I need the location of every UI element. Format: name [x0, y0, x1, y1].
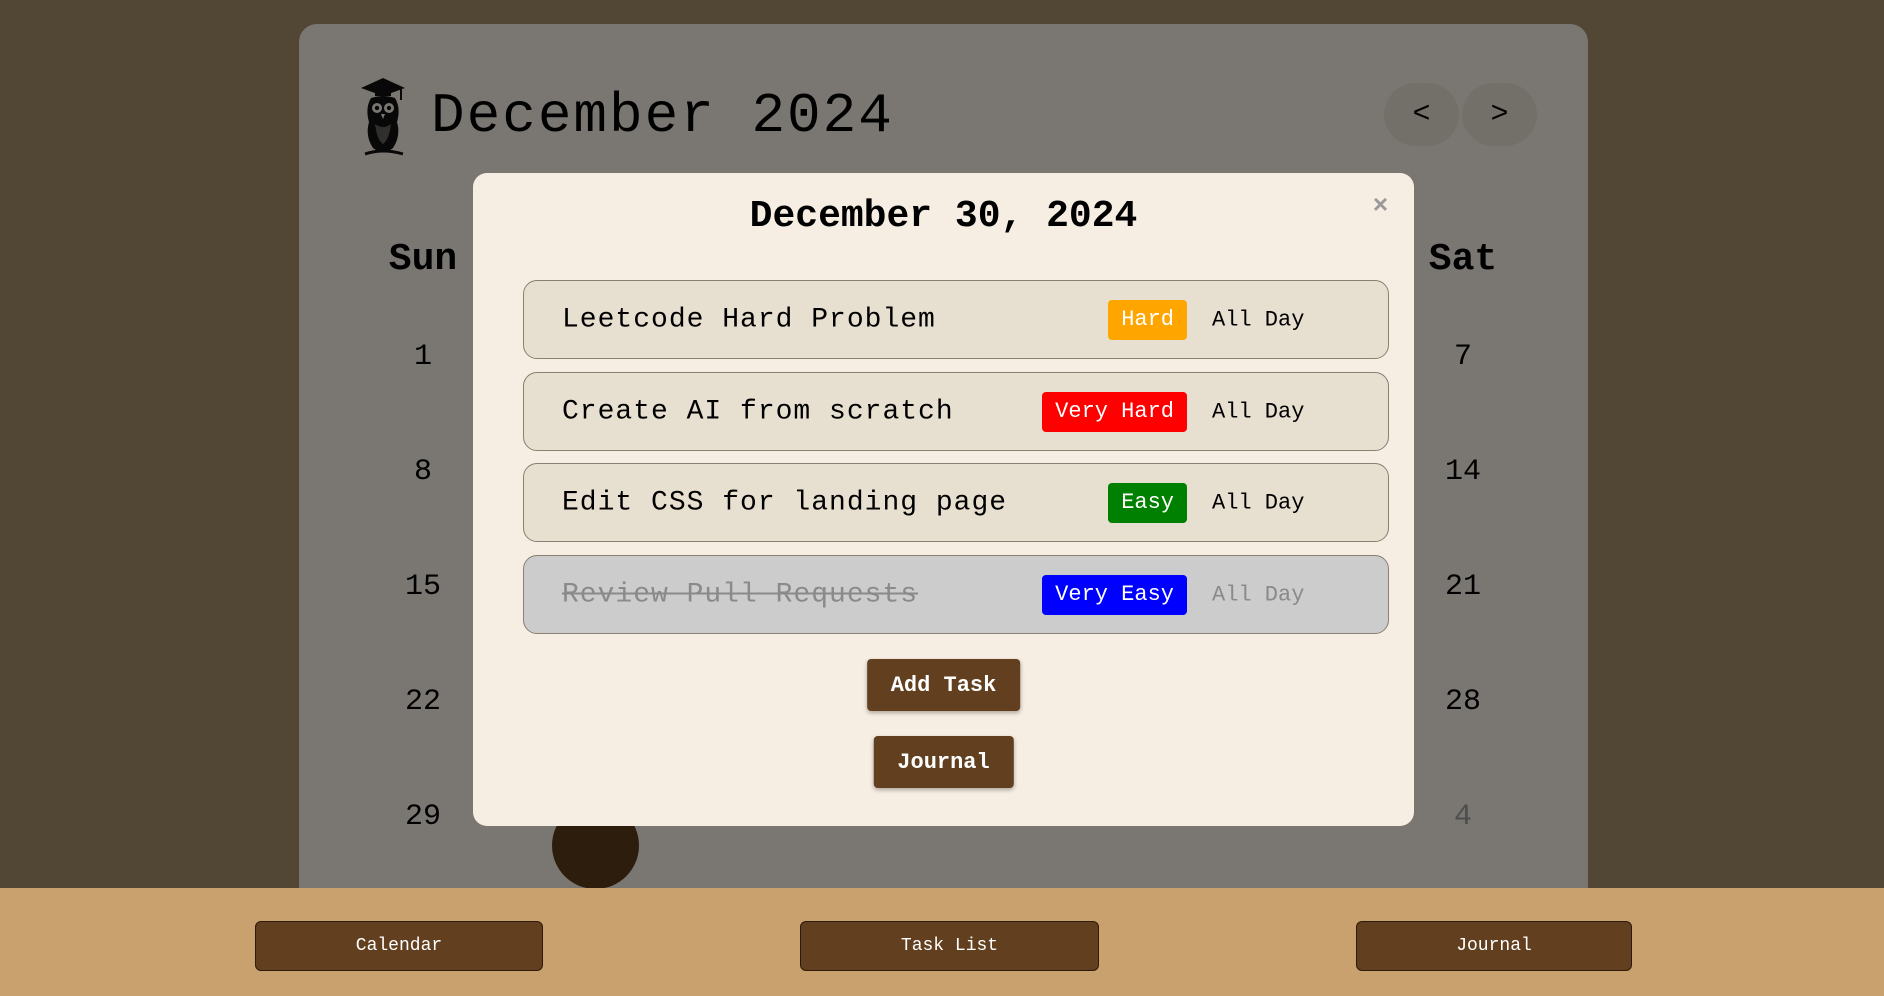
journal-button[interactable]: Journal	[873, 736, 1014, 788]
task-name: Review Pull Requests	[562, 579, 919, 610]
difficulty-badge: Easy	[1108, 482, 1187, 523]
task-name: Create AI from scratch	[562, 396, 954, 427]
difficulty-badge: Very Hard	[1042, 391, 1187, 432]
modal-title: December 30, 2024	[749, 195, 1138, 238]
day-modal: × December 30, 2024 Leetcode Hard Proble…	[473, 173, 1414, 826]
task-item-completed[interactable]: Review Pull Requests Very Easy All Day	[523, 555, 1389, 634]
nav-calendar-button[interactable]: Calendar	[255, 921, 543, 971]
nav-journal-button[interactable]: Journal	[1356, 921, 1632, 971]
task-item[interactable]: Edit CSS for landing page Easy All Day	[523, 463, 1389, 542]
difficulty-badge: Hard	[1108, 299, 1187, 340]
task-item[interactable]: Leetcode Hard Problem Hard All Day	[523, 280, 1389, 359]
task-time: All Day	[1212, 582, 1305, 607]
difficulty-badge: Very Easy	[1042, 574, 1187, 615]
task-time: All Day	[1212, 399, 1305, 424]
task-name: Leetcode Hard Problem	[562, 304, 936, 335]
task-time: All Day	[1212, 490, 1305, 515]
nav-tasklist-button[interactable]: Task List	[800, 921, 1099, 971]
bottom-nav-bar: Calendar Task List Journal	[0, 888, 1884, 996]
task-time: All Day	[1212, 307, 1305, 332]
task-item[interactable]: Create AI from scratch Very Hard All Day	[523, 372, 1389, 451]
add-task-button[interactable]: Add Task	[866, 659, 1021, 711]
task-name: Edit CSS for landing page	[562, 487, 1008, 518]
